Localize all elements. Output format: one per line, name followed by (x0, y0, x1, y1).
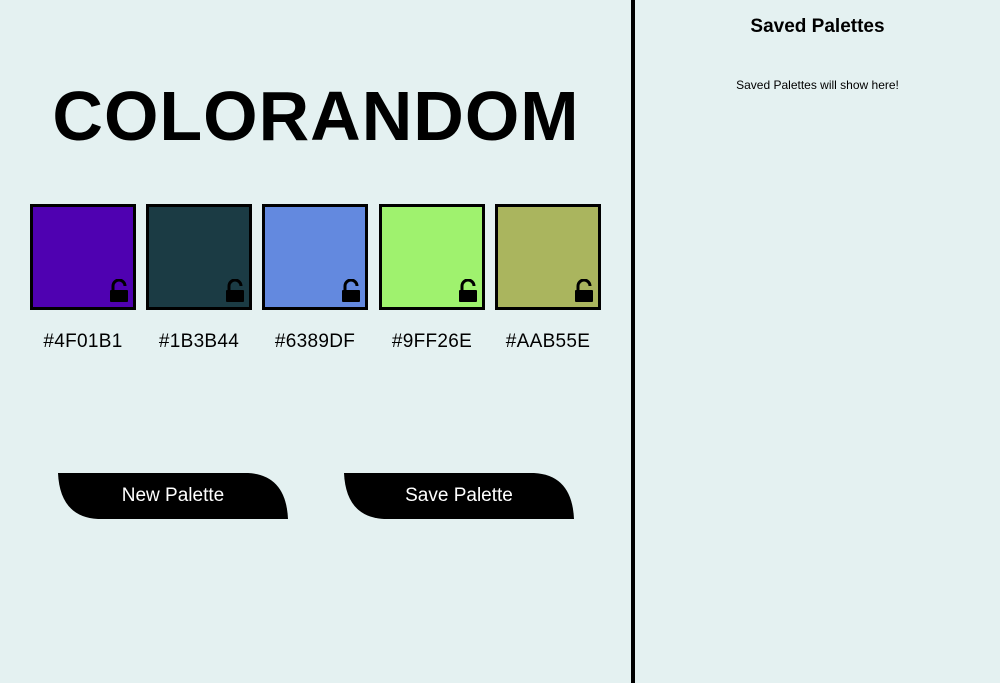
save-palette-button[interactable]: Save Palette (344, 473, 574, 519)
hex-code-4: #9FF26E (391, 331, 473, 352)
color-swatch-2[interactable] (146, 204, 252, 310)
save-palette-button-label: Save Palette (405, 485, 513, 506)
hex-code-3: #6389DF (274, 331, 356, 352)
hex-code-5: #AAB55E (505, 331, 591, 352)
unlocked-padlock-icon[interactable] (341, 279, 361, 303)
main-panel: COLORANDOM #4F01B1 #1B3B44 #6389DF #9FF2… (0, 0, 632, 683)
unlocked-padlock-icon[interactable] (574, 279, 594, 303)
color-swatch-5[interactable] (495, 204, 601, 310)
color-swatch-4[interactable] (379, 204, 485, 310)
app-title: COLORANDOM (52, 77, 580, 155)
saved-palettes-empty-message: Saved Palettes will show here! (736, 78, 899, 92)
new-palette-button-label: New Palette (121, 485, 225, 506)
new-palette-button[interactable]: New Palette (58, 473, 288, 519)
color-swatch-3[interactable] (262, 204, 368, 310)
hex-code-1: #4F01B1 (43, 331, 123, 352)
unlocked-padlock-icon[interactable] (225, 279, 245, 303)
unlocked-padlock-icon[interactable] (458, 279, 478, 303)
app-root: COLORANDOM #4F01B1 #1B3B44 #6389DF #9FF2… (0, 0, 1000, 683)
color-swatch-1[interactable] (30, 204, 136, 310)
saved-palettes-sidebar: Saved Palettes Saved Palettes will show … (635, 0, 1000, 683)
saved-palettes-title: Saved Palettes (750, 16, 885, 37)
unlocked-padlock-icon[interactable] (109, 279, 129, 303)
hex-code-2: #1B3B44 (158, 331, 240, 352)
